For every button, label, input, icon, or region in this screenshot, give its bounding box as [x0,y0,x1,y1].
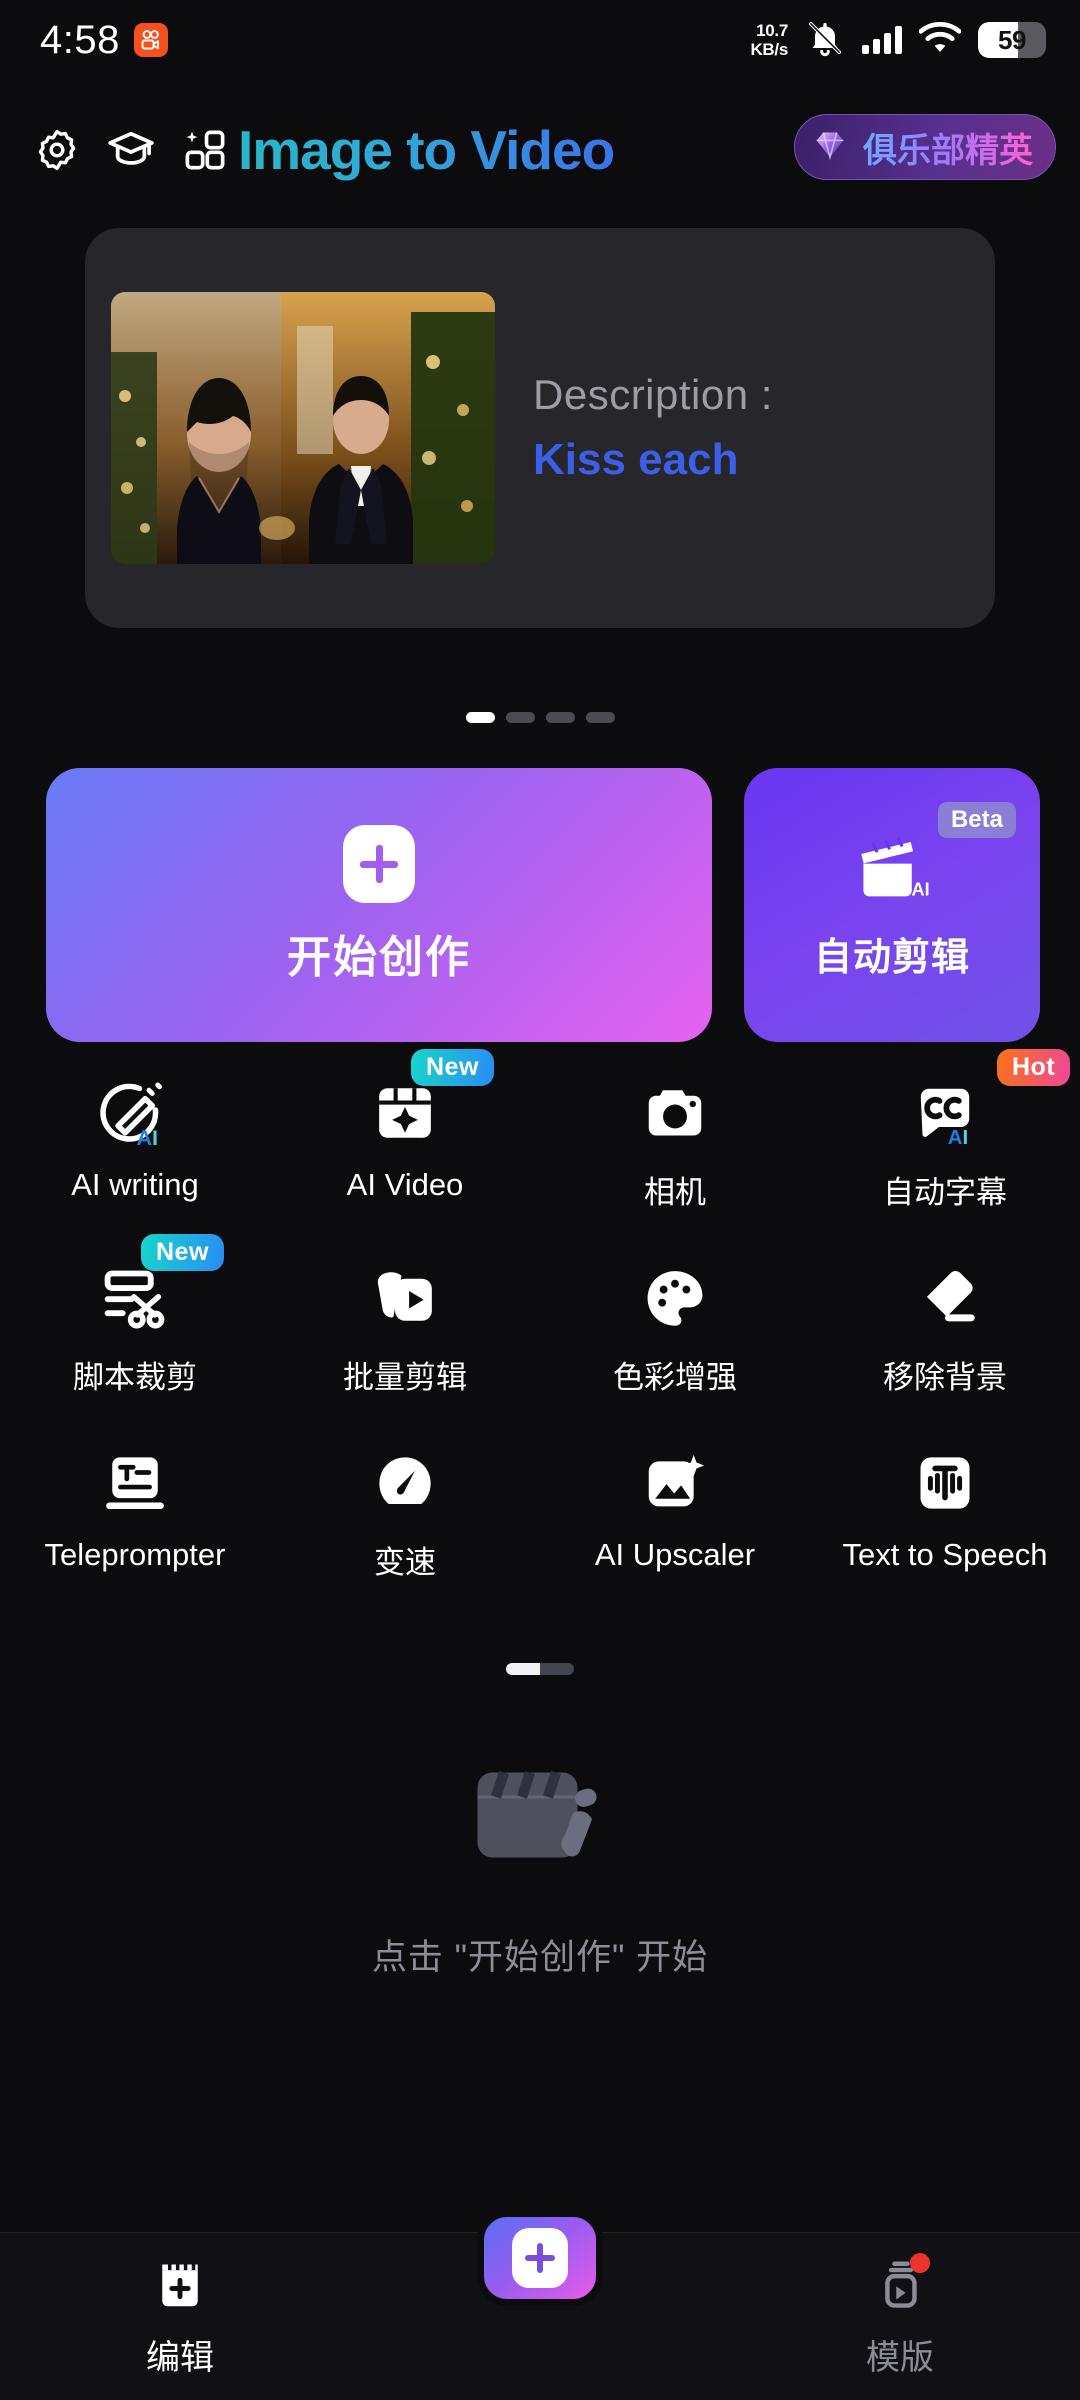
status-bar: 4:58 10.7 KB/s 59 [0,0,1080,80]
tool-label: 变速 [374,1545,436,1580]
wifi-icon [918,21,962,59]
clapperboard-pen-icon [460,1740,620,1895]
tool-label: 移除背景 [883,1360,1007,1395]
nav-label-template: 模版 [866,2339,934,2377]
diamond-gem-icon [809,125,851,170]
tool-label: 相机 [644,1175,706,1210]
carousel-dot-1[interactable] [465,712,495,723]
vip-club-badge[interactable]: 俱乐部精英 [794,114,1056,180]
plus-icon [343,825,415,903]
carousel-dot-2[interactable] [505,712,535,723]
tool-remove-background[interactable]: 移除背景 [810,1260,1080,1397]
beta-badge: Beta [937,802,1016,838]
tool-teleprompter[interactable]: Teleprompter [0,1445,270,1582]
tool-label: 自动字幕 [883,1175,1007,1210]
hot-badge: Hot [997,1049,1071,1086]
pager-segment-active[interactable] [506,1663,540,1675]
tool-label: 脚本裁剪 [73,1360,197,1395]
palette-icon [637,1260,713,1336]
create-fab-button[interactable] [477,2210,603,2306]
tool-label: AI writing [71,1167,199,1202]
primary-actions: 开始创作 Beta AI 自动剪辑 [46,768,1040,1042]
battery-indicator: 59 [978,22,1046,58]
cc-ai-icon: AI [907,1075,983,1151]
new-badge: New [411,1049,494,1086]
gear-icon[interactable] [20,113,94,187]
tool-label: 批量剪辑 [343,1360,467,1395]
tool-ai-writing[interactable]: AI AI writing [0,1075,270,1212]
script-scissors-icon [97,1260,173,1336]
template-play-icon [872,2253,930,2318]
tool-label: Teleprompter [44,1537,226,1572]
page-title: Image to Video [238,119,615,181]
text-speech-icon [907,1445,983,1521]
notification-dot [910,2253,930,2273]
status-bar-left: 4:58 [40,18,168,63]
banner-carousel-indicator[interactable] [0,712,1080,723]
network-speed-value: 10.7 [756,21,788,40]
promo-banner-card[interactable]: Description : Kiss each [85,228,995,628]
film-sparkle-icon [367,1075,443,1151]
bell-muted-icon [805,18,845,63]
empty-state: 点击 "开始创作" 开始 [0,1740,1080,1980]
tool-label: AI Upscaler [594,1537,756,1572]
tool-ai-video[interactable]: New AI Video [270,1049,540,1212]
eraser-icon [907,1260,983,1336]
tool-grid-pager[interactable] [0,1663,1080,1675]
new-badge: New [141,1234,224,1271]
video-app-icon [133,23,168,57]
ai-pen-icon: AI [97,1075,173,1151]
speedometer-icon [367,1445,443,1521]
clapper-plus-icon [152,2257,208,2318]
start-creating-label: 开始创作 [287,933,471,982]
image-sparkle-icon [637,1445,713,1521]
auto-edit-button[interactable]: Beta AI 自动剪辑 [744,768,1040,1042]
svg-text:AI: AI [136,1125,158,1148]
start-creating-button[interactable]: 开始创作 [46,768,712,1042]
bottom-navigation: 编辑 模版 [0,2210,1080,2400]
status-time: 4:58 [40,17,120,62]
banner-thumbnail [111,292,495,564]
clapperboard-ai-icon: AI [849,829,935,912]
tool-label: AI Video [346,1167,464,1202]
carousel-dot-3[interactable] [545,712,575,723]
empty-state-text: 点击 "开始创作" 开始 [371,1938,709,1977]
tool-color-enhance[interactable]: 色彩增强 [540,1260,810,1397]
tool-script-trim[interactable]: New 脚本裁剪 [0,1234,270,1397]
batch-play-icon [367,1260,443,1336]
tool-batch-edit[interactable]: 批量剪辑 [270,1260,540,1397]
teleprompter-icon [97,1445,173,1521]
battery-percent-label: 59 [998,24,1026,55]
banner-description-label: Description : [533,371,773,418]
status-bar-right: 10.7 KB/s 59 [750,18,1046,63]
camera-icon [637,1075,713,1151]
plus-icon [512,2228,568,2288]
nav-label-edit: 编辑 [146,2339,214,2377]
tool-text-to-speech[interactable]: Text to Speech [810,1445,1080,1582]
cellular-signal-icon [862,26,902,54]
network-speed-unit: KB/s [750,40,788,59]
app-header: Image to Video 俱乐部精英 [0,110,1080,190]
network-speed-indicator: 10.7 KB/s [750,21,788,59]
carousel-dot-4[interactable] [585,712,615,723]
tool-speed[interactable]: 变速 [270,1445,540,1582]
vip-badge-label: 俱乐部精英 [863,123,1033,172]
tool-ai-upscaler[interactable]: AI Upscaler [540,1445,810,1582]
banner-description-value: Kiss each [533,435,739,484]
nav-item-edit[interactable]: 编辑 [0,2257,360,2379]
tool-label: 色彩增强 [613,1360,737,1395]
tool-auto-subtitle[interactable]: Hot AI 自动字幕 [810,1049,1080,1212]
auto-edit-label: 自动剪辑 [813,937,970,979]
pager-segment-inactive[interactable] [540,1663,574,1675]
nav-item-template[interactable]: 模版 [720,2253,1080,2379]
svg-text:AI: AI [948,1127,968,1146]
tool-camera[interactable]: 相机 [540,1075,810,1212]
graduation-cap-icon[interactable] [94,113,168,187]
banner-text-block: Description : Kiss each [533,371,773,485]
svg-text:AI: AI [912,879,930,899]
sparkle-grid-icon[interactable] [168,113,242,187]
tool-label: Text to Speech [842,1537,1048,1572]
tool-grid: AI AI writing New AI Video 相机 Hot AI 自动字… [0,1049,1080,1582]
